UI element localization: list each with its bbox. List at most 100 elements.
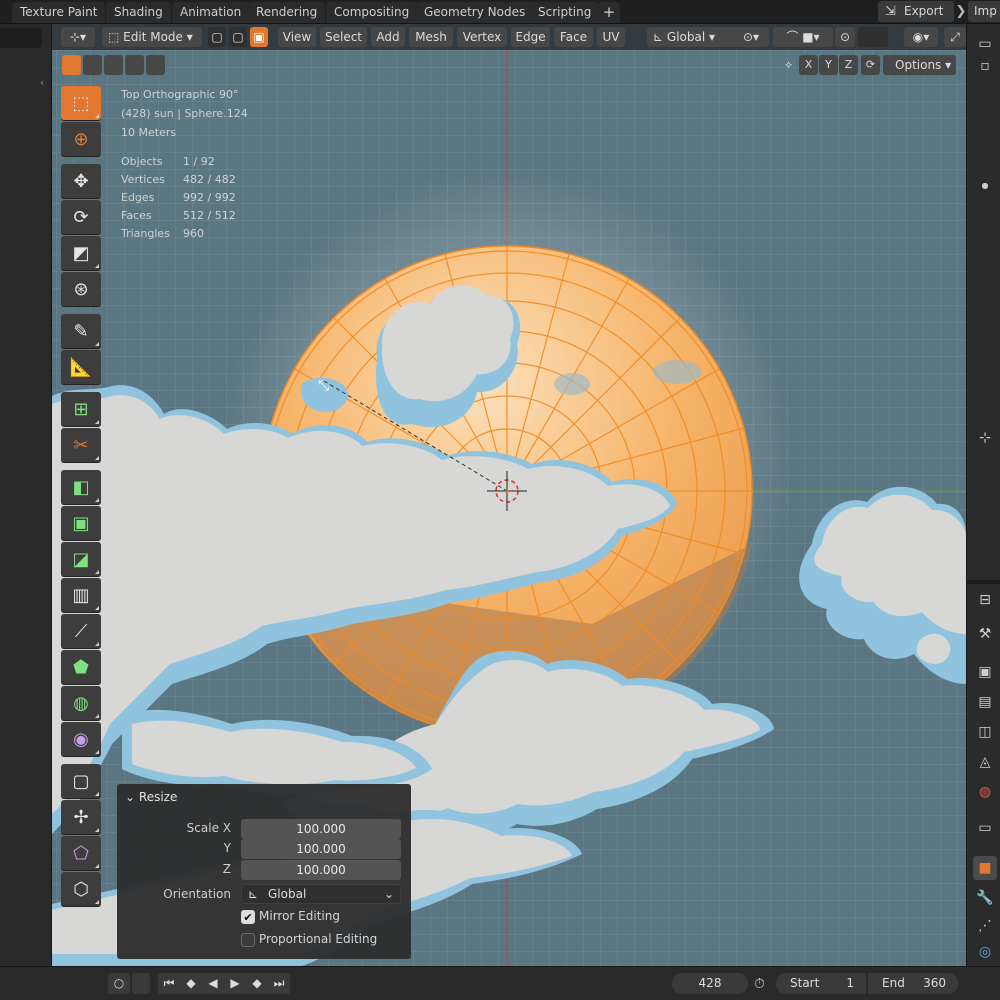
select-mode-extend-icon[interactable] <box>83 55 102 75</box>
add-workspace-button[interactable]: + <box>598 2 620 23</box>
transform-orientation-dropdown[interactable]: ⊾ Global ▾ <box>647 27 739 47</box>
left-panel-field[interactable] <box>0 28 42 48</box>
proportional-falloff-button[interactable] <box>858 27 888 47</box>
measure-tool[interactable]: 📐 <box>61 350 101 384</box>
cut-tool[interactable]: ✂ <box>61 428 101 462</box>
properties-toggle-icon[interactable]: ⊟ <box>973 588 997 612</box>
prev-keyframe-button[interactable]: ◆ <box>180 973 202 994</box>
select-mode-new-icon[interactable] <box>62 55 81 75</box>
jump-end-button[interactable]: ⏭ <box>268 973 290 994</box>
modifier-properties-icon[interactable]: 🔧 <box>973 886 997 910</box>
menu-vertex[interactable]: Vertex <box>457 27 507 47</box>
snap-button[interactable]: ⌒ ■▾ <box>773 27 833 47</box>
select-mode-intersect-icon[interactable] <box>146 55 165 75</box>
scale-x-field[interactable]: 100.000 <box>241 819 401 839</box>
move-tool[interactable]: ✥ <box>61 164 101 198</box>
select-mode-invert-icon[interactable] <box>125 55 144 75</box>
edge-slide-tool[interactable]: ▢ <box>61 764 101 798</box>
expand-icon[interactable]: ▫ <box>973 54 997 78</box>
tab-compositing[interactable]: Compositing <box>326 2 418 23</box>
tab-rendering[interactable]: Rendering <box>248 2 326 23</box>
orientation-dropdown[interactable]: ⊾ Global ⌄ <box>241 884 401 904</box>
tab-scripting[interactable]: Scripting <box>530 2 600 23</box>
pivot-point-button[interactable]: ⊙▾ <box>733 27 769 47</box>
annotate-tool[interactable]: ✎ <box>61 314 101 348</box>
particles-properties-icon[interactable]: ⋰ <box>973 914 997 938</box>
loop-cut-tool[interactable]: ▥ <box>61 578 101 612</box>
physics-properties-icon[interactable]: ◎ <box>973 940 997 964</box>
start-frame-field[interactable]: Start 1 <box>776 973 866 994</box>
shrink-fatten-tool[interactable]: ✢ <box>61 800 101 834</box>
current-frame-field[interactable]: 428 <box>672 973 748 994</box>
resize-panel-header[interactable]: ⌄ Resize <box>125 790 177 804</box>
scale-z-field[interactable]: 100.000 <box>241 860 401 880</box>
chevron-left-icon[interactable]: ‹ <box>40 76 44 89</box>
jump-start-button[interactable]: ⏮ <box>158 973 180 994</box>
vertex-select-button[interactable]: ▢ <box>208 27 226 47</box>
extrude-tool[interactable]: ◧ <box>61 470 101 504</box>
keyframe-record-button[interactable]: ○ <box>108 973 130 994</box>
mirror-y-button[interactable]: Y <box>819 55 838 75</box>
view-layer-properties-icon[interactable]: ◫ <box>973 720 997 744</box>
rip-tool[interactable]: ⬡ <box>61 872 101 906</box>
tab-geometry-nodes[interactable]: Geometry Nodes <box>416 2 534 23</box>
menu-face[interactable]: Face <box>554 27 593 47</box>
auto-merge-button[interactable]: ⟳ <box>861 55 880 75</box>
mirror-z-button[interactable]: Z <box>839 55 858 75</box>
play-button[interactable]: ▶ <box>224 973 246 994</box>
export-button[interactable]: ⇲ Export <box>878 1 954 22</box>
outliner-panel: ▭ ▫ ● ⊹ <box>966 24 1000 580</box>
tab-shading[interactable]: Shading <box>106 2 171 23</box>
overlay-toggle-button[interactable]: ◉▾ <box>904 27 938 47</box>
poly-build-tool[interactable]: ⬟ <box>61 650 101 684</box>
rotate-tool[interactable]: ⟳ <box>61 200 101 234</box>
tab-texture-paint[interactable]: Texture Paint <box>12 2 106 23</box>
mirror-editing-checkbox[interactable]: ✔ <box>241 910 255 924</box>
next-keyframe-button[interactable]: ◆ <box>246 973 268 994</box>
spin-tool[interactable]: ◍ <box>61 686 101 720</box>
add-cube-tool[interactable]: ⊞ <box>61 392 101 426</box>
tab-animation[interactable]: Animation <box>172 2 250 23</box>
scale-tool[interactable]: ◩ <box>61 236 101 270</box>
bevel-tool[interactable]: ◪ <box>61 542 101 576</box>
menu-add[interactable]: Add <box>371 27 405 47</box>
options-dropdown[interactable]: Options ▾ <box>883 55 956 75</box>
chevron-right-icon[interactable]: ❯ <box>954 1 968 22</box>
knife-tool[interactable]: ⟋ <box>61 614 101 648</box>
select-box-tool[interactable]: ⬚ <box>61 86 101 120</box>
edge-select-button[interactable]: ▢ <box>229 27 247 47</box>
stopwatch-icon[interactable]: ⏱ <box>754 976 765 992</box>
menu-edge[interactable]: Edge <box>511 27 550 47</box>
scene-properties-icon[interactable]: ◬ <box>973 750 997 774</box>
transform-tool[interactable]: ⊛ <box>61 272 101 306</box>
collection-properties-icon[interactable]: ▭ <box>973 816 997 840</box>
menu-mesh[interactable]: Mesh <box>409 27 453 47</box>
editor-type-button[interactable]: ⊹▾ <box>61 27 95 47</box>
select-mode-subtract-icon[interactable] <box>104 55 123 75</box>
3d-viewport[interactable]: ⤡ ⊹▾ ⬚ Edit Mode ▾ ▢ ▢ ▣ View Select Add… <box>52 24 966 966</box>
scale-y-field[interactable]: 100.000 <box>241 839 401 859</box>
object-data-icon[interactable]: ⊹ <box>973 426 997 450</box>
face-select-button[interactable]: ▣ <box>250 27 268 47</box>
menu-select[interactable]: Select <box>320 27 367 47</box>
end-frame-field[interactable]: End 360 <box>868 973 958 994</box>
menu-uv[interactable]: UV <box>597 27 625 47</box>
inset-tool[interactable]: ▣ <box>61 506 101 540</box>
menu-view[interactable]: View <box>278 27 316 47</box>
smooth-tool[interactable]: ◉ <box>61 722 101 756</box>
mirror-x-button[interactable]: X <box>799 55 818 75</box>
output-properties-icon[interactable]: ▤ <box>973 690 997 714</box>
tool-properties-icon[interactable]: ⚒ <box>973 622 997 646</box>
mode-dropdown[interactable]: ⬚ Edit Mode ▾ <box>102 27 202 47</box>
proportional-editing-checkbox[interactable] <box>241 933 255 947</box>
shear-tool[interactable]: ⬠ <box>61 836 101 870</box>
world-properties-icon[interactable]: ◍ <box>973 780 997 804</box>
play-reverse-button[interactable]: ◀ <box>202 973 224 994</box>
cursor-tool[interactable]: ⊕ <box>61 122 101 156</box>
proportional-button[interactable]: ⊙ <box>835 27 855 47</box>
render-properties-icon[interactable]: ▣ <box>973 660 997 684</box>
import-button[interactable]: Imp <box>968 1 1000 22</box>
filter-icon[interactable]: ▭ <box>973 32 997 56</box>
object-properties-icon[interactable]: ■ <box>973 856 997 880</box>
xray-button[interactable]: ⤢ <box>944 27 966 47</box>
